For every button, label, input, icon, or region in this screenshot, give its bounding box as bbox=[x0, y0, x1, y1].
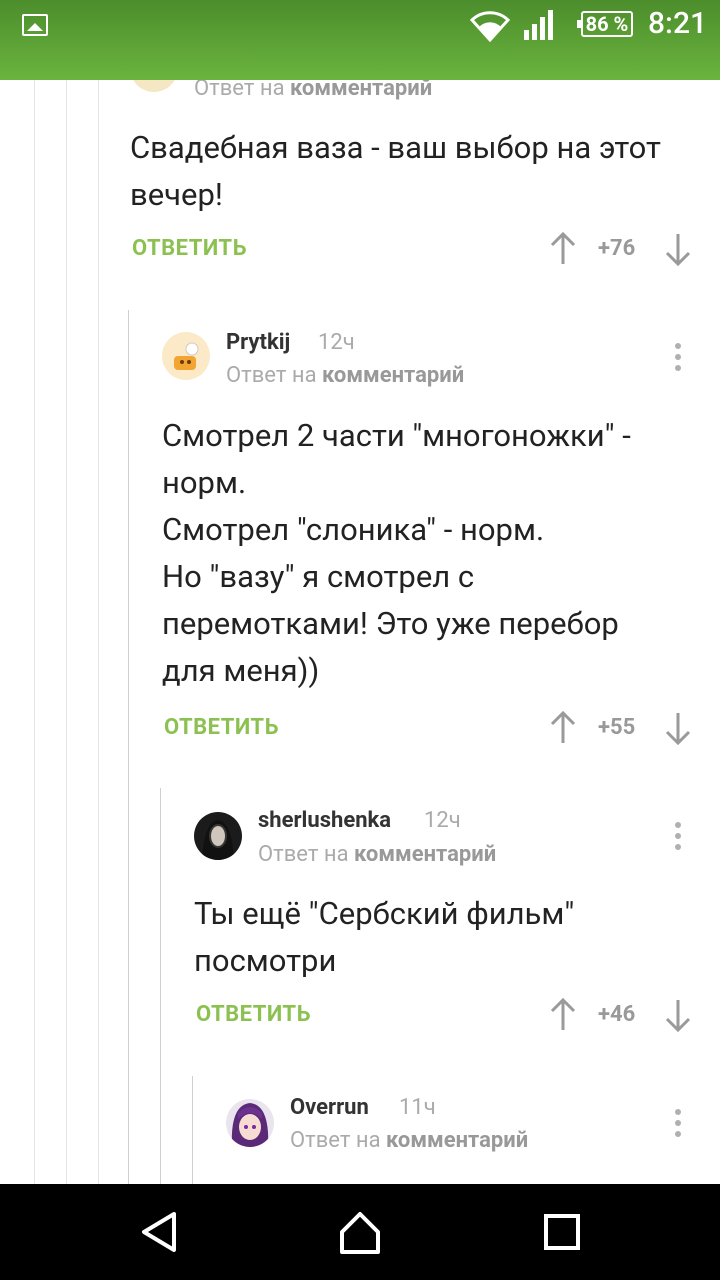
reply-button[interactable]: ОТВЕТИТЬ bbox=[164, 715, 279, 740]
comment-time: 12ч bbox=[318, 330, 355, 355]
comment-line: норм. bbox=[162, 464, 247, 501]
comment-line: посмотри bbox=[194, 942, 337, 979]
reply-to-link[interactable]: комментарий bbox=[322, 363, 464, 388]
comment-text: Свадебная ваза - ваш выбор на этот вечер… bbox=[130, 129, 661, 213]
comment-text: Ты ещё "Сербский фильм" посмотри bbox=[194, 890, 674, 984]
comment-time: 12ч bbox=[424, 808, 461, 833]
reply-to-link[interactable]: комментарий bbox=[386, 1128, 528, 1153]
username[interactable]: Overrun bbox=[290, 1095, 369, 1120]
comment-line: Но "вазу" я смотрел с bbox=[162, 558, 475, 595]
image-icon bbox=[22, 14, 48, 36]
comment-line: Смотрел "слоника" - норм. bbox=[162, 511, 545, 548]
thread-line bbox=[192, 1076, 193, 1184]
username[interactable]: Prytkij bbox=[226, 330, 290, 355]
vote-score: +55 bbox=[598, 715, 636, 740]
avatar[interactable] bbox=[194, 812, 242, 860]
battery-indicator: 86 % bbox=[577, 11, 633, 37]
nav-recent-icon[interactable] bbox=[534, 1206, 590, 1258]
avatar[interactable] bbox=[226, 1099, 274, 1147]
reply-to-label: Ответ на комментарий bbox=[226, 363, 465, 388]
arrow-down-icon[interactable] bbox=[665, 232, 691, 266]
vote-score: +76 bbox=[598, 236, 636, 261]
comment-text: Смотрел 2 части "многоножки" - норм. Смо… bbox=[162, 412, 682, 694]
arrow-up-icon[interactable] bbox=[550, 232, 576, 266]
vote-score: +46 bbox=[598, 1002, 636, 1027]
reply-to-link[interactable]: комментарий bbox=[354, 842, 496, 867]
arrow-up-icon[interactable] bbox=[550, 711, 576, 745]
comment-line: перемотками! Это уже перебор bbox=[162, 605, 619, 642]
thread-line bbox=[160, 788, 161, 1184]
thread-line bbox=[98, 80, 99, 1184]
comment-line: Ты ещё "Сербский фильм" bbox=[194, 895, 575, 932]
thread-line bbox=[66, 80, 67, 1184]
navigation-bar bbox=[0, 1184, 720, 1280]
more-vertical-icon[interactable] bbox=[675, 822, 681, 855]
clock: 8:21 bbox=[648, 6, 708, 41]
nav-back-icon[interactable] bbox=[130, 1206, 186, 1258]
comment-time: 11ч bbox=[399, 1095, 436, 1120]
more-vertical-icon[interactable] bbox=[675, 1109, 681, 1142]
username[interactable]: sherlushenka bbox=[258, 808, 391, 833]
comment-line: Смотрел 2 части "многоножки" - bbox=[162, 417, 631, 454]
status-bar: 86 % 8:21 bbox=[0, 0, 720, 80]
thread-line bbox=[128, 310, 129, 1184]
more-vertical-icon[interactable] bbox=[675, 343, 681, 376]
arrow-down-icon[interactable] bbox=[665, 998, 691, 1032]
reply-button[interactable]: ОТВЕТИТЬ bbox=[132, 236, 247, 261]
reply-to-label: Ответ на комментарий bbox=[290, 1128, 529, 1153]
comment-line: для меня)) bbox=[162, 652, 320, 689]
wifi-icon bbox=[470, 11, 510, 42]
cell-signal-icon bbox=[524, 10, 553, 40]
reply-button[interactable]: ОТВЕТИТЬ bbox=[196, 1002, 311, 1027]
arrow-down-icon[interactable] bbox=[665, 711, 691, 745]
avatar[interactable] bbox=[162, 332, 210, 380]
arrow-up-icon[interactable] bbox=[550, 998, 576, 1032]
nav-home-icon[interactable] bbox=[332, 1206, 388, 1258]
thread-line bbox=[34, 80, 35, 1184]
reply-to-label: Ответ на комментарий bbox=[258, 842, 497, 867]
